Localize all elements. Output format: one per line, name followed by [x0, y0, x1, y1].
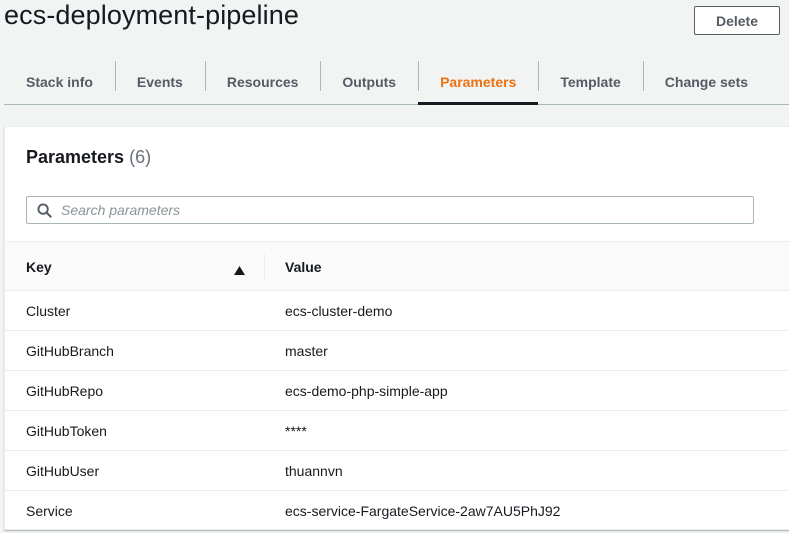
column-divider — [264, 254, 265, 279]
column-header-value[interactable]: Value — [285, 259, 322, 275]
table-row: Service ecs-service-FargateService-2aw7A… — [5, 491, 789, 531]
row-key: GitHubToken — [26, 423, 107, 439]
row-key: GitHubBranch — [26, 343, 114, 359]
column-header-key[interactable]: Key — [26, 259, 52, 275]
tab-bar: Stack info Events Resources Outputs Para… — [4, 59, 789, 105]
row-value: **** — [285, 423, 307, 439]
tab-events[interactable]: Events — [114, 59, 205, 104]
row-value: master — [285, 343, 328, 359]
table-row: GitHubToken **** — [5, 411, 789, 451]
tab-resources[interactable]: Resources — [204, 59, 321, 104]
table-row: Cluster ecs-cluster-demo — [5, 291, 789, 331]
row-value: ecs-cluster-demo — [285, 303, 393, 319]
table-header: Key Value — [5, 241, 789, 291]
tab-parameters[interactable]: Parameters — [418, 59, 539, 105]
delete-button[interactable]: Delete — [694, 6, 780, 35]
page-title: ecs-deployment-pipeline — [4, 0, 299, 30]
row-value: ecs-service-FargateService-2aw7AU5PhJ92 — [285, 503, 561, 519]
search-box — [26, 196, 754, 224]
sort-ascending-icon[interactable] — [234, 262, 245, 280]
row-key: GitHubUser — [26, 463, 100, 479]
row-key: GitHubRepo — [26, 383, 104, 399]
panel-title: Parameters — [26, 147, 125, 167]
parameter-count: (6) — [129, 147, 152, 167]
table-row: GitHubRepo ecs-demo-php-simple-app — [5, 371, 789, 411]
row-key: Service — [26, 503, 73, 519]
search-icon — [27, 197, 61, 223]
parameters-panel: Parameters (6) Key Value Cluster ecs-clu… — [4, 126, 789, 530]
tab-template[interactable]: Template — [538, 59, 642, 104]
tab-change-sets[interactable]: Change sets — [642, 59, 770, 104]
parameters-table: Key Value Cluster ecs-cluster-demo GitHu… — [5, 241, 789, 531]
row-key: Cluster — [26, 303, 71, 319]
panel-heading: Parameters (6) — [26, 147, 151, 168]
tab-stack-info[interactable]: Stack info — [4, 59, 115, 104]
row-value: ecs-demo-php-simple-app — [285, 383, 448, 399]
search-input[interactable] — [61, 198, 753, 222]
row-value: thuannvn — [285, 463, 343, 479]
table-row: GitHubUser thuannvn — [5, 451, 789, 491]
table-row: GitHubBranch master — [5, 331, 789, 371]
tab-outputs[interactable]: Outputs — [320, 59, 418, 104]
